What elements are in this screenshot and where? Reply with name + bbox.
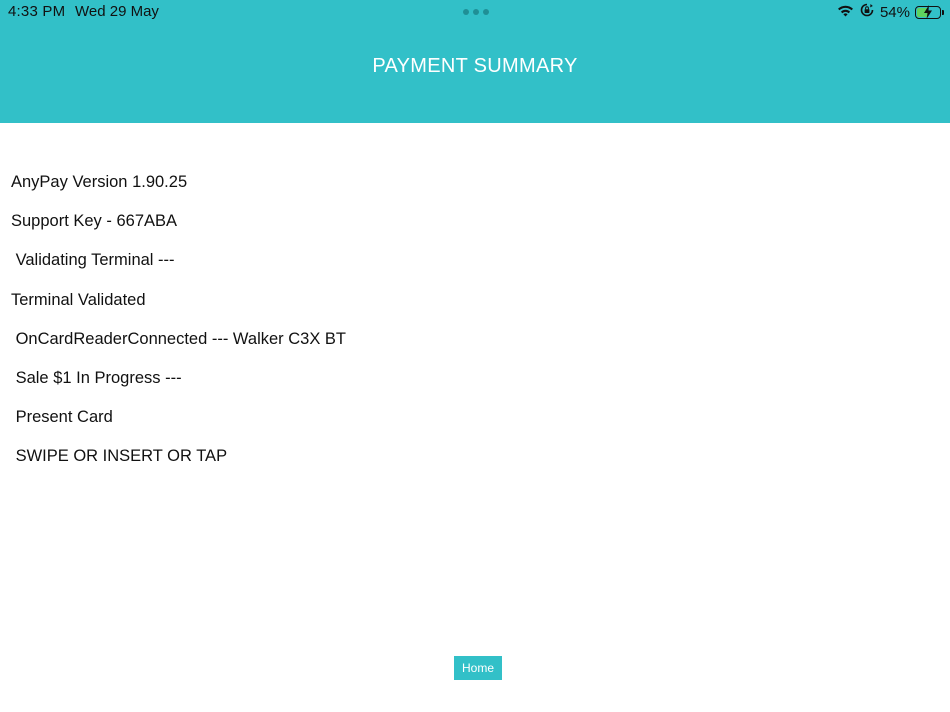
status-time: 4:33 PM [8,3,66,20]
log-line: Present Card [11,408,113,427]
battery-cap [942,9,944,15]
status-indicators: 54% [831,3,944,21]
log-line: Terminal Validated [11,290,146,309]
home-button[interactable]: Home [454,656,502,680]
log-line: AnyPay Version 1.90.25 [11,173,188,191]
bolt-icon [924,4,932,19]
log-line: Sale $1 In Progress --- [11,368,182,387]
battery-percent: 54% [879,3,910,21]
transaction-log: AnyPay Version 1.90.25 Support Key - 667… [11,172,346,486]
more-dots-icon[interactable] [463,9,489,15]
header-bar: 4:33 PM Wed 29 May 54% PAYMENT SUMMARY [0,0,950,123]
log-line: Support Key - 667ABA [11,212,178,231]
orientation-lock-icon [860,3,874,21]
log-line: Validating Terminal --- [11,251,175,270]
log-line: OnCardReaderConnected --- Walker C3X BT [11,329,347,348]
status-date: Wed 29 May [75,3,159,20]
log-line: SWIPE OR INSERT OR TAP [11,447,228,466]
page-title: PAYMENT SUMMARY [372,55,578,77]
battery-charging-icon [915,4,941,19]
status-bar: 4:33 PM Wed 29 May 54% [0,0,950,24]
wifi-icon [837,4,854,21]
